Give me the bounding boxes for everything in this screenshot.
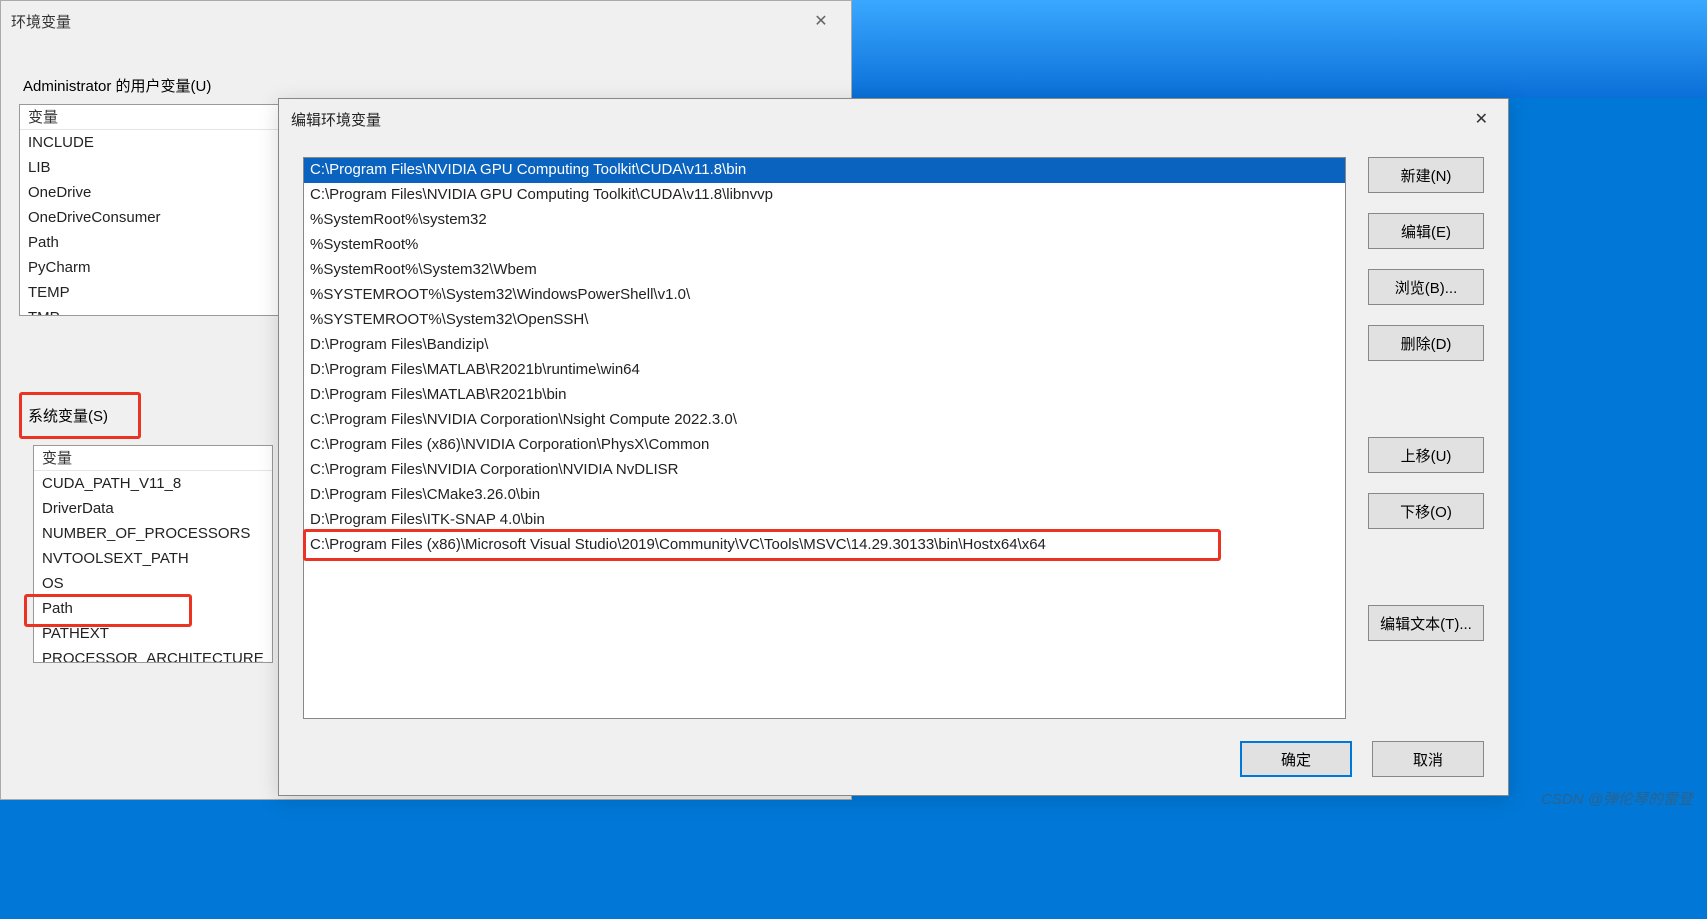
user-vars-label: Administrator 的用户变量(U) <box>19 73 215 98</box>
list-item[interactable]: PROCESSOR_ARCHITECTURE <box>34 646 272 663</box>
watermark-text: CSDN @弹伦琴的雷登 <box>1541 788 1693 809</box>
path-entry[interactable]: %SYSTEMROOT%\System32\OpenSSH\ <box>304 308 1345 333</box>
path-entries-list[interactable]: C:\Program Files\NVIDIA GPU Computing To… <box>303 157 1346 719</box>
edit-dialog-titlebar: 编辑环境变量 ✕ <box>279 99 1508 139</box>
list-item[interactable]: NVTOOLSEXT_PATH <box>34 546 272 571</box>
path-entry[interactable]: C:\Program Files\NVIDIA GPU Computing To… <box>304 183 1345 208</box>
path-entry[interactable]: %SystemRoot%\System32\Wbem <box>304 258 1345 283</box>
path-entry[interactable]: %SystemRoot%\system32 <box>304 208 1345 233</box>
cancel-button[interactable]: 取消 <box>1372 741 1484 777</box>
path-entry-msvc[interactable]: C:\Program Files (x86)\Microsoft Visual … <box>304 533 1345 558</box>
delete-button[interactable]: 删除(D) <box>1368 325 1484 361</box>
path-entry[interactable]: D:\Program Files\CMake3.26.0\bin <box>304 483 1345 508</box>
dialog-footer: 确定 取消 <box>1240 741 1484 777</box>
list-item[interactable]: NUMBER_OF_PROCESSORS <box>34 521 272 546</box>
move-down-button[interactable]: 下移(O) <box>1368 493 1484 529</box>
edit-button[interactable]: 编辑(E) <box>1368 213 1484 249</box>
path-entry[interactable]: C:\Program Files (x86)\NVIDIA Corporatio… <box>304 433 1345 458</box>
path-entry[interactable]: D:\Program Files\ITK-SNAP 4.0\bin <box>304 508 1345 533</box>
path-entry[interactable]: C:\Program Files\NVIDIA GPU Computing To… <box>304 158 1345 183</box>
list-item[interactable]: CUDA_PATH_V11_8 <box>34 471 272 496</box>
path-entry[interactable]: %SystemRoot% <box>304 233 1345 258</box>
list-item[interactable]: PATHEXT <box>34 621 272 646</box>
ok-button[interactable]: 确定 <box>1240 741 1352 777</box>
env-dialog-title: 环境变量 <box>11 11 71 32</box>
path-entry[interactable]: %SYSTEMROOT%\System32\WindowsPowerShell\… <box>304 283 1345 308</box>
env-dialog-titlebar: 环境变量 ✕ <box>1 1 851 41</box>
system-variables-list[interactable]: 变量 CUDA_PATH_V11_8 DriverData NUMBER_OF_… <box>33 445 273 663</box>
list-item[interactable]: OS <box>34 571 272 596</box>
edit-environment-variable-dialog: 编辑环境变量 ✕ C:\Program Files\NVIDIA GPU Com… <box>278 98 1509 796</box>
system-vars-label-highlight: 系统变量(S) <box>19 392 141 439</box>
path-entry[interactable]: C:\Program Files\NVIDIA Corporation\NVID… <box>304 458 1345 483</box>
edit-dialog-title: 编辑环境变量 <box>291 109 381 130</box>
close-icon[interactable]: ✕ <box>1467 105 1496 133</box>
edit-text-button[interactable]: 编辑文本(T)... <box>1368 605 1484 641</box>
column-header: 变量 <box>34 446 272 471</box>
new-button[interactable]: 新建(N) <box>1368 157 1484 193</box>
path-entry[interactable]: D:\Program Files\MATLAB\R2021b\runtime\w… <box>304 358 1345 383</box>
path-entry[interactable]: D:\Program Files\MATLAB\R2021b\bin <box>304 383 1345 408</box>
close-icon[interactable]: ✕ <box>801 11 841 31</box>
path-entry[interactable]: D:\Program Files\Bandizip\ <box>304 333 1345 358</box>
browse-button[interactable]: 浏览(B)... <box>1368 269 1484 305</box>
move-up-button[interactable]: 上移(U) <box>1368 437 1484 473</box>
path-entry[interactable]: C:\Program Files\NVIDIA Corporation\Nsig… <box>304 408 1345 433</box>
list-item[interactable]: DriverData <box>34 496 272 521</box>
side-button-column: 新建(N) 编辑(E) 浏览(B)... 删除(D) 上移(U) 下移(O) 编… <box>1368 157 1484 641</box>
system-vars-label: 系统变量(S) <box>28 408 108 425</box>
list-item-path[interactable]: Path <box>34 596 272 621</box>
desktop-wallpaper-strip <box>852 0 1707 98</box>
